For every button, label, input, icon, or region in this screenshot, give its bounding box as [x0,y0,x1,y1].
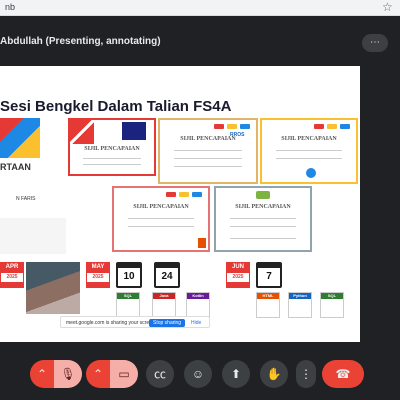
course-card-6: SQL [320,292,344,318]
raise-hand-button[interactable]: ✋ [260,360,288,388]
slide-page-number: 10 [348,328,355,334]
captions-icon: ㏄ [153,367,166,381]
url-fragment[interactable]: nb [5,2,15,12]
camera-options-button[interactable]: ⌃ [86,360,110,388]
camera-toggle-button[interactable]: ▭ [110,360,138,388]
pin-icon[interactable]: ⋯ [362,34,388,52]
more-vert-icon: ⋮ [300,367,312,381]
certificate-top-1: SIJIL PENCAPAIAN [68,118,156,176]
shared-slide: Sesi Bengkel Dalam Talian FS4A RTAAN N F… [0,66,360,342]
mic-options-button[interactable]: ⌃ [30,360,54,388]
end-call-icon: ☎ [335,367,351,381]
certificate-title: SIJIL PENCAPAIAN [235,204,291,210]
certificate-partial-name: N FARIS [16,196,36,202]
emoji-icon: ☺ [191,367,205,381]
mic-off-icon: 🎙 [60,367,76,381]
certificate-title: SIJIL PENCAPAIAN [84,146,140,152]
share-notice-message: meet.google.com is sharing your screen. [66,320,157,326]
certificate-top-3: SIJIL PENCAPAIAN [260,118,358,184]
course-card-1: SQL [116,292,140,318]
present-button[interactable]: ⬆ [222,360,250,388]
meeting-controls: ⌃ 🎙 ⌃ ▭ ㏄ ☺ ⬆ ✋ ⋮ ☎ [0,355,400,395]
raise-hand-icon: ✋ [266,367,282,381]
browser-tab-strip: nb ☆ [0,0,400,16]
certificate-left-partial: RTAAN N FARIS [0,118,66,258]
certificate-title: SIJIL PENCAPAIAN [133,204,189,210]
certificate-title: SIJIL PENCAPAIAN [281,136,337,142]
certificate-mid-1: SIJIL PENCAPAIAN [112,186,210,252]
captions-button[interactable]: ㏄ [146,360,174,388]
month-badge-apr: APR 2025 [0,262,24,288]
month-badge-jun: JUN 2025 [226,262,250,288]
emoji-button[interactable]: ☺ [184,360,212,388]
bookmark-star-icon[interactable]: ☆ [382,0,393,14]
calendar-day-1: 10 [116,262,142,288]
calendar-day-3: 7 [256,262,282,288]
presenter-label: Abdullah (Presenting, annotating) [0,36,161,47]
certificate-partial-title: RTAAN [0,162,31,172]
month-badge-may: MAY 2025 [86,262,110,288]
mic-toggle-button[interactable]: 🎙 [54,360,82,388]
certificate-top-2: RROS SIJIL PENCAPAIAN [158,118,258,184]
certificate-mid-2: SIJIL PENCAPAIAN [214,186,312,252]
end-call-button[interactable]: ☎ [322,360,364,388]
course-card-4: HTML [256,292,280,318]
stop-sharing-button[interactable]: Stop sharing [149,319,186,327]
course-card-5: Python [288,292,312,318]
certificate-title: SIJIL PENCAPAIAN [180,136,236,142]
course-card-2: Java [152,292,176,318]
workshop-photo [26,262,80,314]
present-icon: ⬆ [230,367,242,381]
course-card-3: Kotlin [186,292,210,318]
slide-title: Sesi Bengkel Dalam Talian FS4A [0,98,232,115]
hide-notice-link[interactable]: Hide [191,320,201,326]
presenter-bar: Abdullah (Presenting, annotating) ⋯ [0,34,400,52]
screen-share-notice: meet.google.com is sharing your screen. … [60,316,210,328]
camera-off-icon: ▭ [118,367,130,381]
more-options-button[interactable]: ⋮ [296,360,316,388]
calendar-day-2: 24 [154,262,180,288]
